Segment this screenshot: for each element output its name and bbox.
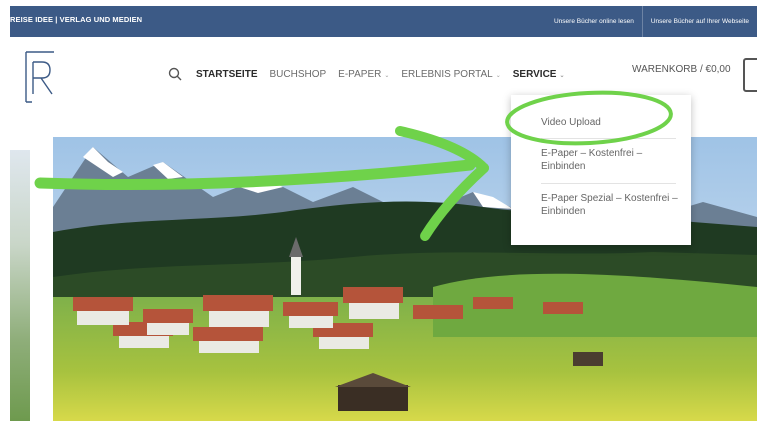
top-link-read-online[interactable]: Unsere Bücher online lesen: [546, 18, 642, 25]
service-dropdown: Video Upload E-Paper – Kostenfrei – Einb…: [511, 95, 691, 245]
chevron-down-icon: ⌄: [559, 72, 565, 79]
nav-item-startseite[interactable]: STARTSEITE: [196, 69, 257, 80]
search-icon[interactable]: [168, 67, 182, 81]
chevron-down-icon: ⌄: [384, 72, 390, 79]
nav-item-service[interactable]: SERVICE ⌄: [513, 69, 565, 80]
brand-text[interactable]: REISE IDEE | VERLAG UND MEDIEN: [10, 15, 142, 24]
dropdown-item-epaper-spezial[interactable]: E-Paper Spezial – Kostenfrei – Einbinden: [541, 192, 681, 218]
nav-item-erlebnis-portal[interactable]: ERLEBNIS PORTAL ⌄: [401, 69, 500, 80]
nav-item-epaper[interactable]: E-PAPER ⌄: [338, 69, 389, 80]
side-image: [10, 150, 30, 421]
cart-icon[interactable]: [743, 58, 757, 92]
top-links: Unsere Bücher online lesen Unsere Bücher…: [546, 6, 757, 37]
nav-item-buchshop[interactable]: BUCHSHOP: [269, 69, 326, 80]
top-link-books-website[interactable]: Unsere Bücher auf Ihrer Webseite: [643, 18, 757, 25]
dropdown-divider: [541, 183, 676, 184]
dropdown-item-video-upload[interactable]: Video Upload: [541, 116, 681, 129]
r-logo-icon[interactable]: [24, 48, 56, 106]
dropdown-divider: [541, 138, 676, 139]
cart-link[interactable]: WARENKORB / €0,00: [632, 64, 731, 75]
dropdown-item-epaper-kostenfrei[interactable]: E-Paper – Kostenfrei – Einbinden: [541, 147, 681, 173]
top-bar: REISE IDEE | VERLAG UND MEDIEN Unsere Bü…: [10, 6, 757, 37]
chevron-down-icon: ⌄: [495, 72, 501, 79]
main-nav: STARTSEITE BUCHSHOP E-PAPER ⌄ ERLEBNIS PO…: [168, 64, 577, 84]
